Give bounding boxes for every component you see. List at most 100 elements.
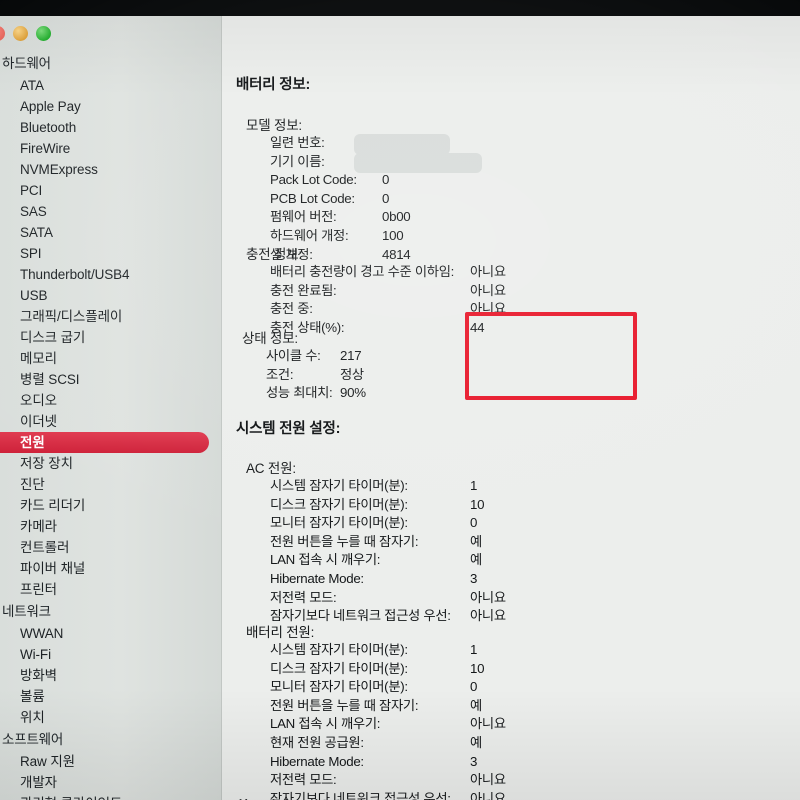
charge-info-row: 충전 완료됨: 아니요: [222, 282, 800, 301]
charge-info-row: 충전 상태(%): 44: [222, 319, 800, 338]
health-info-value: 정상: [340, 366, 364, 382]
sidebar-item-위치[interactable]: 위치: [0, 707, 221, 728]
sidebar-item-이더넷[interactable]: 이더넷: [0, 411, 221, 432]
ac-power-row: 전원 버튼을 누를 때 잠자기: 예: [222, 533, 800, 552]
battery-power-key: 시스템 잠자기 타이머(분):: [270, 642, 408, 657]
model-info-value: 4814: [382, 246, 411, 262]
sidebar-item-bluetooth[interactable]: Bluetooth: [0, 117, 221, 138]
sidebar-item-wi-fi[interactable]: Wi-Fi: [0, 644, 221, 665]
sidebar-item-wwan[interactable]: WWAN: [0, 623, 221, 644]
charge-info-title: 충전 정보:: [246, 247, 302, 262]
display-bezel: [0, 0, 800, 16]
sidebar-item-그래픽-디스플레이[interactable]: 그래픽/디스플레이: [0, 306, 221, 327]
battery-power-value: 10: [470, 660, 485, 676]
ac-power-row: 시스템 잠자기 타이머(분): 1: [222, 477, 800, 496]
close-button[interactable]: [0, 25, 5, 41]
sidebar-item-저장-장치[interactable]: 저장 장치: [0, 453, 221, 474]
ac-power-row: Hibernate Mode: 3: [222, 570, 800, 589]
model-info-row: Pack Lot Code: 0: [222, 171, 800, 190]
model-info-row: 펌웨어 버전: 0b00: [222, 208, 800, 227]
battery-info-title: 배터리 정보:: [236, 77, 311, 93]
charge-info-value: 아니요: [470, 264, 506, 279]
battery-power-value: 아니요: [470, 716, 506, 732]
sidebar-item-ata[interactable]: ATA: [0, 75, 221, 96]
ac-power-row: LAN 접속 시 깨우기: 예: [222, 551, 800, 570]
ac-power-value: 0: [470, 515, 478, 531]
battery-power-key: 저전력 모드:: [270, 772, 337, 788]
battery-power-row: LAN 접속 시 깨우기: 아니요: [222, 715, 800, 734]
health-info-key: 조건:: [266, 366, 294, 382]
ac-power-key: 시스템 잠자기 타이머(분):: [270, 478, 408, 493]
sidebar-item-파이버-채널[interactable]: 파이버 채널: [0, 558, 221, 579]
charge-info-key: 배터리 충전량이 경고 수준 이하임:: [270, 264, 455, 279]
hardware-config-title: 하드웨어 구성: [236, 796, 319, 800]
sidebar-item-apple-pay[interactable]: Apple Pay: [0, 96, 221, 117]
model-info-redacted-value: [354, 134, 450, 155]
model-info-row: PCB Lot Code: 0: [222, 190, 800, 209]
ac-power-row: 모니터 잠자기 타이머(분): 0: [222, 514, 800, 533]
ac-power-value: 1: [470, 478, 478, 493]
health-info-title: 상태 정보:: [242, 331, 298, 346]
charge-info-value: 아니요: [470, 282, 506, 298]
sidebar-group-2: 소프트웨어: [2, 732, 64, 747]
zoom-button[interactable]: [36, 25, 51, 41]
sidebar: 하드웨어 ATA Apple Pay Bluetooth FireWire NVMExpr…: [0, 16, 222, 800]
battery-power-value: 아니요: [470, 790, 506, 800]
sidebar-item-개발자[interactable]: 개발자: [0, 772, 221, 793]
sidebar-item-프린터[interactable]: 프린터: [0, 579, 221, 600]
sidebar-item-nvmexpress[interactable]: NVMExpress: [0, 159, 221, 180]
sidebar-item-메모리[interactable]: 메모리: [0, 348, 221, 369]
battery-power-key: 전원 버튼을 누를 때 잠자기:: [270, 697, 419, 713]
battery-power-row: 저전력 모드: 아니요: [222, 771, 800, 790]
screen-photo: 하드웨어 ATA Apple Pay Bluetooth FireWire NVMExpr…: [0, 0, 800, 800]
model-info-value: 0: [382, 172, 390, 188]
sidebar-item-병렬-scsi[interactable]: 병렬 SCSI: [0, 369, 221, 390]
minimize-button[interactable]: [13, 25, 28, 41]
sidebar-item-usb[interactable]: USB: [0, 285, 221, 306]
battery-power-value: 1: [470, 642, 478, 657]
sidebar-group-1: 네트워크: [2, 604, 51, 619]
ac-power-key: LAN 접속 시 깨우기:: [270, 552, 381, 568]
model-info-row: 일련 번호:: [222, 134, 800, 155]
model-info-value: 0: [382, 190, 390, 206]
health-info-key: 성능 최대치:: [266, 385, 333, 401]
battery-power-row: 디스크 잠자기 타이머(분): 10: [222, 660, 800, 679]
sidebar-item-진단[interactable]: 진단: [0, 474, 221, 495]
model-info-key: 펌웨어 버전:: [270, 209, 337, 225]
sidebar-item-전원[interactable]: 전원: [0, 432, 209, 453]
sidebar-item-thunderbolt-usb4[interactable]: Thunderbolt/USB4: [0, 264, 221, 285]
health-info-row: 조건: 정상: [222, 366, 800, 385]
sidebar-item-카드-리더기[interactable]: 카드 리더기: [0, 495, 221, 516]
sidebar-item-sata[interactable]: SATA: [0, 222, 221, 243]
battery-power-value: 0: [470, 679, 478, 695]
ac-power-row: 디스크 잠자기 타이머(분): 10: [222, 496, 800, 515]
model-info-row: 기기 이름:: [222, 152, 800, 174]
ac-power-key: 전원 버튼을 누를 때 잠자기:: [270, 533, 419, 549]
charge-info-rows: 배터리 충전량이 경고 수준 이하임: 아니요 충전 완료됨: 아니요 충전 중: 아니요…: [222, 263, 800, 337]
system-information-window: 하드웨어 ATA Apple Pay Bluetooth FireWire NVMExpr…: [0, 16, 800, 800]
ac-power-key: 저전력 모드:: [270, 589, 337, 605]
sidebar-item-카메라[interactable]: 카메라: [0, 516, 221, 537]
charge-info-key: 충전 중:: [270, 301, 313, 317]
battery-power-title: 배터리 전원:: [246, 625, 315, 640]
health-info-row: 사이클 수: 217: [222, 347, 800, 366]
health-info-key: 사이클 수:: [266, 348, 321, 363]
battery-power-key: Hibernate Mode:: [270, 753, 364, 769]
sidebar-item-pci[interactable]: PCI: [0, 180, 221, 201]
sidebar-item-방화벽[interactable]: 방화벽: [0, 665, 221, 686]
sidebar-item-sas[interactable]: SAS: [0, 201, 221, 222]
model-info-value: 0b00: [382, 209, 411, 225]
sidebar-item-볼륨[interactable]: 볼륨: [0, 686, 221, 707]
charge-info-row: 충전 중: 아니요: [222, 300, 800, 319]
sidebar-item-관리형-클라이언트[interactable]: 관리형 클라이언트: [0, 793, 221, 800]
sidebar-item-오디오[interactable]: 오디오: [0, 390, 221, 411]
ac-power-key: Hibernate Mode:: [270, 570, 364, 586]
ac-power-key: 디스크 잠자기 타이머(분):: [270, 496, 408, 512]
sidebar-item-디스크-굽기[interactable]: 디스크 굽기: [0, 327, 221, 348]
health-info-row: 성능 최대치: 90%: [222, 384, 800, 403]
sidebar-item-raw-지원[interactable]: Raw 지원: [0, 751, 221, 772]
sidebar-item-firewire[interactable]: FireWire: [0, 138, 221, 159]
sidebar-item-spi[interactable]: SPI: [0, 243, 221, 264]
sidebar-item-컨트롤러[interactable]: 컨트롤러: [0, 537, 221, 558]
model-info-title: 모델 정보:: [246, 118, 302, 133]
